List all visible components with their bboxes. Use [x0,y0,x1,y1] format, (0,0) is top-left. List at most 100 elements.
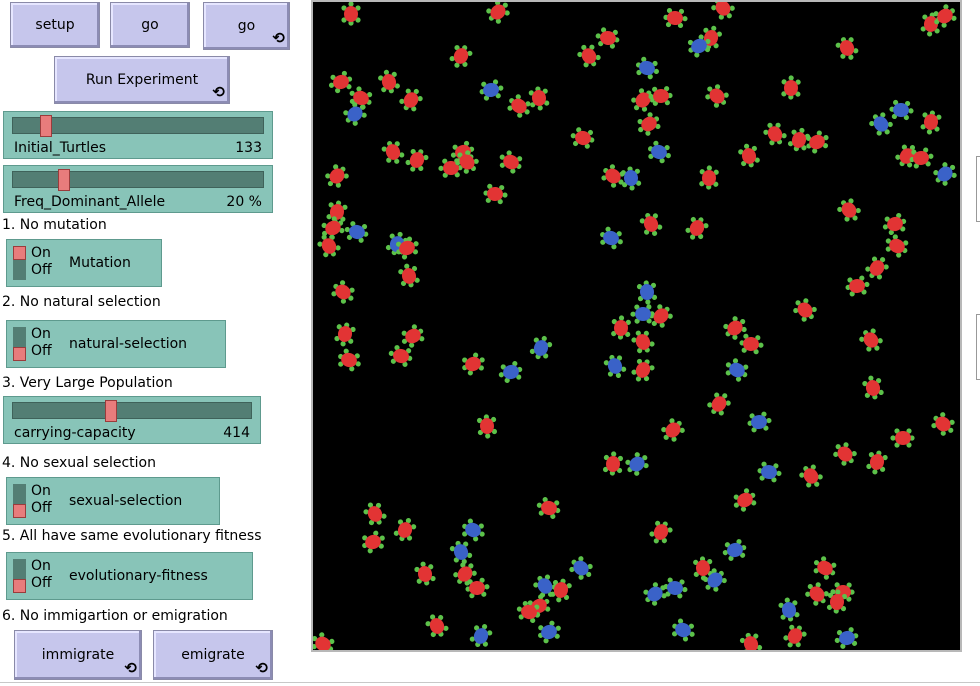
dominant-turtle [620,166,642,191]
recessive-turtle [799,464,823,488]
recessive-turtle [885,234,909,258]
offscreen-widget-edge [976,156,980,222]
recessive-turtle [739,333,764,355]
switch-knob[interactable] [13,579,26,593]
recessive-turtle [648,86,673,106]
switch-off-label: Off [31,500,52,516]
switch-label: evolutionary-fitness [69,568,208,584]
recessive-turtle [550,578,572,603]
recessive-turtle [611,315,631,340]
recessive-turtle [931,412,955,436]
recessive-turtle [862,375,884,400]
setup-button-label: setup [35,17,75,33]
switch-on-label: On [31,558,51,574]
carrying-capacity-slider[interactable]: carrying-capacity 414 [3,396,261,444]
recessive-turtle [833,442,857,466]
switch-off-label: Off [31,343,52,359]
recessive-turtle [378,69,400,94]
recessive-turtle [483,183,508,205]
recessive-turtle [738,143,760,168]
recessive-turtle [705,84,729,108]
dominant-turtle [498,361,523,383]
recessive-turtle [865,256,889,280]
note-no-mutation: 1. No mutation [2,217,107,233]
recessive-turtle [362,530,385,554]
setup-button[interactable]: setup [10,2,100,48]
dominant-turtle [889,99,914,121]
recessive-turtle [398,263,420,288]
recessive-turtle [414,561,436,586]
recessive-turtle [334,322,356,347]
world-canvas[interactable] [313,2,960,650]
recessive-turtle [425,614,449,638]
recessive-turtle [783,624,807,648]
switch-knob[interactable] [13,347,26,361]
slider-value: 20 % [226,194,262,210]
dominant-turtle [778,597,800,622]
go-forever-button[interactable]: go ⟲ [203,2,290,50]
slider-thumb[interactable] [105,400,117,422]
mutation-switch[interactable]: On Off Mutation [6,239,162,287]
recessive-turtle [325,164,349,188]
dominant-turtle [538,620,561,644]
switch-track[interactable] [13,327,26,361]
recessive-turtle [631,358,655,382]
recessive-turtle [462,352,485,376]
slider-value: 414 [223,425,250,441]
recessive-turtle [536,497,561,519]
recessive-turtle [835,37,859,60]
immigrate-button[interactable]: immigrate ⟲ [14,630,142,680]
go-once-button[interactable]: go [110,2,190,48]
forever-loop-icon: ⟲ [272,29,285,47]
slider-track[interactable] [12,171,264,188]
dominant-turtle [625,452,649,476]
evolutionary-fitness-switch[interactable]: On Off evolutionary-fitness [6,552,253,600]
recessive-turtle [699,165,719,190]
recessive-turtle [528,86,550,111]
recessive-turtle [920,110,942,135]
switch-track[interactable] [13,246,26,280]
recessive-turtle [805,582,829,606]
run-experiment-button-label: Run Experiment [85,72,199,88]
recessive-turtle [631,330,655,354]
slider-thumb[interactable] [40,115,52,137]
go-once-button-label: go [141,17,159,33]
slider-label: carrying-capacity [14,425,136,441]
dominant-turtle [647,140,671,164]
switch-track[interactable] [13,484,26,518]
switch-on-label: On [31,245,51,261]
dominant-turtle [933,162,957,186]
freq-dominant-allele-slider[interactable]: Freq_Dominant_Allele 20 % [3,165,273,213]
run-experiment-button[interactable]: Run Experiment ⟲ [54,56,230,104]
sexual-selection-switch[interactable]: On Off sexual-selection [6,477,220,525]
switch-track[interactable] [13,559,26,593]
slider-thumb[interactable] [58,169,70,191]
recessive-turtle [401,324,425,348]
dominant-turtle [747,411,772,433]
recessive-turtle [707,392,731,416]
switch-knob[interactable] [13,504,26,518]
dominant-turtle [635,56,659,80]
dominant-turtle [722,539,747,561]
recessive-turtle [381,141,405,164]
dominant-turtle [636,280,658,305]
dominant-turtle [834,627,859,649]
natural-selection-switch[interactable]: On Off natural-selection [6,320,226,368]
dominant-turtle [344,221,369,243]
dominant-turtle [449,540,473,565]
recessive-turtle [486,2,510,24]
recessive-turtle [845,275,870,297]
initial-turtles-slider[interactable]: Initial_Turtles 133 [3,111,273,159]
slider-track[interactable] [12,402,252,419]
dominant-turtle [479,79,504,101]
forever-loop-icon: ⟲ [124,659,137,677]
world-view[interactable] [311,0,962,652]
slider-label: Freq_Dominant_Allele [14,194,166,210]
switch-knob[interactable] [13,246,26,260]
dominant-turtle [469,624,493,648]
note-no-sexual-selection: 4. No sexual selection [2,455,156,471]
emigrate-button[interactable]: emigrate ⟲ [153,630,273,680]
go-forever-button-label: go [237,18,256,34]
recessive-turtle [341,2,361,26]
switch-off-label: Off [31,262,52,278]
